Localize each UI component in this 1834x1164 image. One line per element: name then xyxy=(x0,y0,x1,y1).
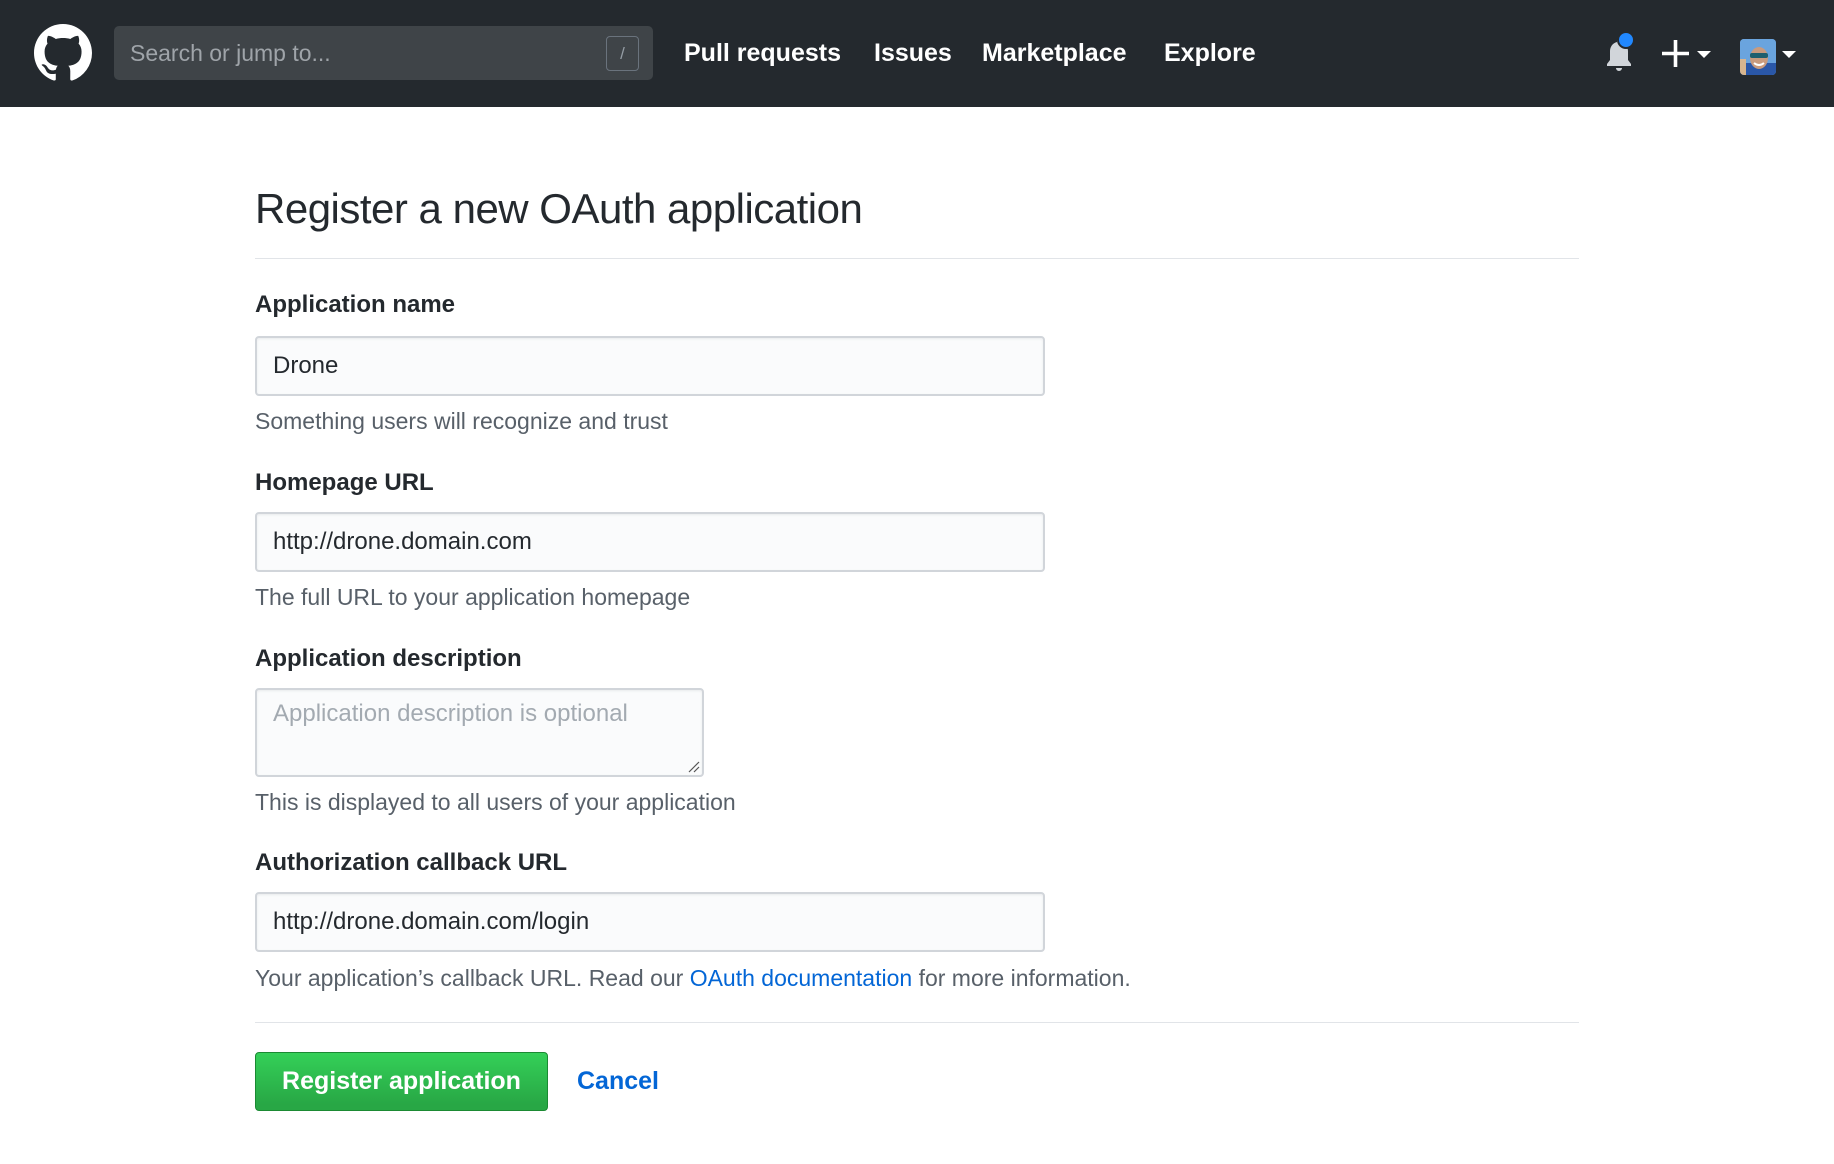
callback-url-note-text: Your application’s callback URL. Read ou… xyxy=(255,965,690,991)
nav-explore[interactable]: Explore xyxy=(1164,0,1256,107)
callback-url-value: http://drone.domain.com/login xyxy=(273,908,590,935)
register-application-button[interactable]: Register application xyxy=(255,1052,548,1111)
slash-shortcut-badge: / xyxy=(606,36,639,71)
application-name-label: Application name xyxy=(255,291,456,318)
application-name-value: Drone xyxy=(273,352,339,379)
search-placeholder: Search or jump to... xyxy=(130,40,331,66)
nav-issues[interactable]: Issues xyxy=(874,0,952,107)
title-divider xyxy=(255,258,1579,259)
application-name-input[interactable]: Drone xyxy=(255,336,1045,396)
user-avatar[interactable] xyxy=(1740,39,1776,75)
application-description-label: Application description xyxy=(255,645,522,672)
callback-url-note-suffix: for more information. xyxy=(912,965,1131,991)
nav-marketplace[interactable]: Marketplace xyxy=(982,0,1127,107)
user-menu-caret-icon[interactable] xyxy=(1782,51,1796,58)
callback-url-label: Authorization callback URL xyxy=(255,849,568,876)
application-description-textarea[interactable]: Application description is optional xyxy=(255,688,704,777)
homepage-url-value: http://drone.domain.com xyxy=(273,528,532,555)
application-description-note: This is displayed to all users of your a… xyxy=(255,789,736,815)
create-dropdown-caret-icon[interactable] xyxy=(1697,51,1711,58)
github-logo-icon[interactable] xyxy=(34,24,92,82)
homepage-url-input[interactable]: http://drone.domain.com xyxy=(255,512,1045,572)
page-title: Register a new OAuth application xyxy=(255,185,863,232)
avatar-image xyxy=(1740,39,1776,75)
application-name-note: Something users will recognize and trust xyxy=(255,408,668,434)
oauth-documentation-link[interactable]: OAuth documentation xyxy=(690,965,912,991)
cancel-link[interactable]: Cancel xyxy=(577,1052,659,1111)
resize-handle-icon[interactable] xyxy=(686,759,700,773)
callback-url-input[interactable]: http://drone.domain.com/login xyxy=(255,892,1045,952)
homepage-url-note: The full URL to your application homepag… xyxy=(255,584,691,610)
search-input[interactable]: Search or jump to... / xyxy=(114,26,653,80)
unread-notification-dot xyxy=(1617,31,1635,49)
application-description-placeholder: Application description is optional xyxy=(273,700,628,727)
top-nav-bar: Search or jump to... / Pull requests Iss… xyxy=(0,0,1834,107)
callback-url-note: Your application’s callback URL. Read ou… xyxy=(255,965,1131,992)
homepage-url-label: Homepage URL xyxy=(255,469,434,496)
form-actions-divider xyxy=(255,1022,1579,1023)
plus-icon[interactable] xyxy=(1662,40,1689,67)
nav-pull-requests[interactable]: Pull requests xyxy=(684,0,841,107)
